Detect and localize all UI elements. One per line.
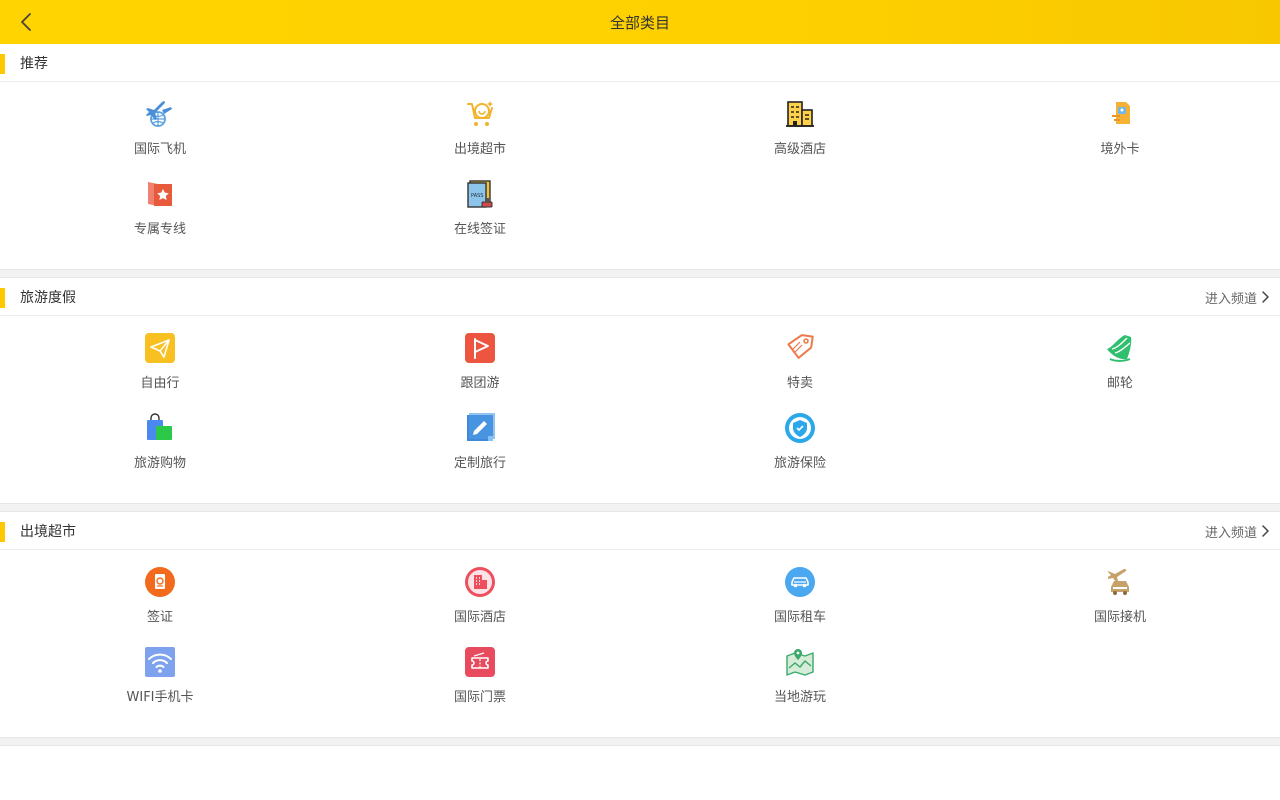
svg-text:PASS: PASS: [471, 193, 483, 199]
enter-channel-link[interactable]: 进入频道: [1205, 278, 1270, 316]
back-button[interactable]: [10, 6, 42, 38]
category-item-intl-car-rental[interactable]: 国际租车: [640, 566, 960, 646]
map-pin-icon: [784, 646, 816, 678]
paper-plane-icon: [144, 332, 176, 364]
category-item-intl-flight[interactable]: 国际飞机: [0, 98, 320, 178]
category-content: 推荐 国际飞机 出境超市 高级酒店 境外卡 专属专线 PASS 在线签证 旅游度…: [0, 44, 1280, 746]
category-item-outbound-market[interactable]: 出境超市: [320, 98, 640, 178]
section-divider: [0, 737, 1280, 746]
sim-card-icon: [1104, 98, 1136, 130]
category-label: 特卖: [786, 376, 813, 391]
category-item-premium-hotel[interactable]: 高级酒店: [640, 98, 960, 178]
category-label: 当地游玩: [773, 690, 826, 705]
category-label: 定制旅行: [453, 456, 506, 471]
section-title: 出境超市: [20, 523, 76, 540]
category-label: 专属专线: [133, 222, 186, 237]
top-bar: 全部类目: [0, 0, 1280, 44]
category-label: 邮轮: [1106, 376, 1133, 391]
edit-pencil-icon: [464, 412, 496, 444]
wifi-icon: [144, 646, 176, 678]
category-item-intl-pickup[interactable]: 国际接机: [960, 566, 1280, 646]
shopping-bag-icon: [144, 412, 176, 444]
category-label: 跟团游: [460, 376, 500, 391]
airport-pickup-icon: [1104, 566, 1136, 598]
category-item-free-travel[interactable]: 自由行: [0, 332, 320, 412]
ticket-icon: [464, 646, 496, 678]
section-header: 出境超市 进入频道: [0, 512, 1280, 550]
category-label: 境外卡: [1100, 142, 1140, 157]
category-label: 高级酒店: [773, 142, 826, 157]
category-label: 在线签证: [453, 222, 506, 237]
category-item-visa[interactable]: 签证: [0, 566, 320, 646]
section-divider: [0, 269, 1280, 278]
category-label: 旅游购物: [133, 456, 186, 471]
section-title: 旅游度假: [20, 289, 76, 306]
section-marker: [0, 54, 5, 74]
section-vacation: 旅游度假 进入频道 自由行 跟团游 特卖 邮轮 旅游购物 定制旅行 旅游保险: [0, 278, 1280, 503]
hotel-building-icon: [784, 98, 816, 130]
category-label: 国际门票: [453, 690, 506, 705]
category-label: 国际租车: [773, 610, 826, 625]
category-label: 旅游保险: [773, 456, 826, 471]
enter-channel-label: 进入频道: [1204, 525, 1257, 541]
chevron-left-icon: [21, 13, 31, 31]
chevron-right-icon: [1262, 525, 1269, 537]
section-marker: [0, 288, 5, 308]
shopping-cart-icon: [464, 98, 496, 130]
section-header: 旅游度假 进入频道: [0, 278, 1280, 316]
enter-channel-label: 进入频道: [1204, 291, 1257, 307]
category-item-intl-hotel[interactable]: 国际酒店: [320, 566, 640, 646]
category-item-online-visa[interactable]: PASS 在线签证: [320, 178, 640, 258]
section-recommend: 推荐 国际飞机 出境超市 高级酒店 境外卡 专属专线 PASS 在线签证: [0, 44, 1280, 269]
category-label: WIFI手机卡: [126, 690, 194, 705]
category-item-group-tour[interactable]: 跟团游: [320, 332, 640, 412]
star-flag-icon: [144, 178, 176, 210]
section-outbound-market: 出境超市 进入频道 签证 国际酒店 国际租车 国际接机 WIFI手机卡 国际门票…: [0, 512, 1280, 737]
category-item-intl-tickets[interactable]: 国际门票: [320, 646, 640, 726]
category-grid: 签证 国际酒店 国际租车 国际接机 WIFI手机卡 国际门票 当地游玩: [0, 550, 1280, 737]
passport-circle-icon: [144, 566, 176, 598]
category-label: 签证: [146, 610, 173, 625]
category-item-local-play[interactable]: 当地游玩: [640, 646, 960, 726]
section-header: 推荐: [0, 44, 1280, 82]
tour-flag-icon: [464, 332, 496, 364]
category-item-exclusive-route[interactable]: 专属专线: [0, 178, 320, 258]
cruise-ship-icon: [1104, 332, 1136, 364]
section-marker: [0, 522, 5, 542]
category-grid: 自由行 跟团游 特卖 邮轮 旅游购物 定制旅行 旅游保险: [0, 316, 1280, 503]
category-label: 国际酒店: [453, 610, 506, 625]
category-item-wifi-sim[interactable]: WIFI手机卡: [0, 646, 320, 726]
section-title: 推荐: [20, 55, 48, 72]
category-label: 国际飞机: [133, 142, 186, 157]
chevron-right-icon: [1262, 291, 1269, 303]
shield-icon: [784, 412, 816, 444]
hotel-circle-icon: [464, 566, 496, 598]
category-item-overseas-card[interactable]: 境外卡: [960, 98, 1280, 178]
category-item-travel-insurance[interactable]: 旅游保险: [640, 412, 960, 492]
airplane-globe-icon: [144, 98, 176, 130]
category-item-special-sale[interactable]: 特卖: [640, 332, 960, 412]
category-label: 国际接机: [1093, 610, 1146, 625]
category-item-travel-shopping[interactable]: 旅游购物: [0, 412, 320, 492]
car-circle-icon: [784, 566, 816, 598]
category-item-cruise[interactable]: 邮轮: [960, 332, 1280, 412]
page-title: 全部类目: [609, 13, 670, 32]
category-label: 出境超市: [453, 142, 506, 157]
price-tag-icon: [784, 332, 816, 364]
category-label: 自由行: [140, 376, 180, 391]
section-divider: [0, 503, 1280, 512]
category-grid: 国际飞机 出境超市 高级酒店 境外卡 专属专线 PASS 在线签证: [0, 82, 1280, 269]
enter-channel-link[interactable]: 进入频道: [1205, 512, 1270, 550]
passport-stamp-icon: PASS: [464, 178, 496, 210]
category-item-custom-travel[interactable]: 定制旅行: [320, 412, 640, 492]
